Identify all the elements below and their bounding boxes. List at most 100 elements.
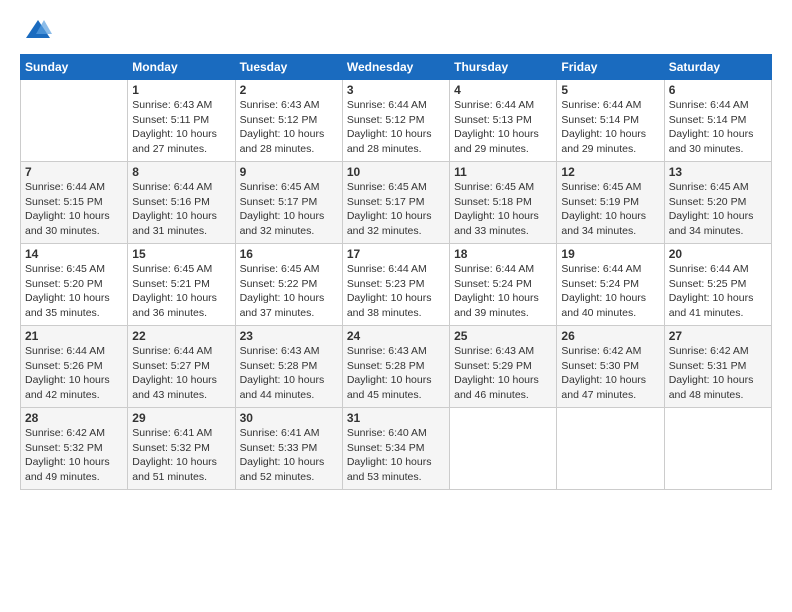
logo-icon (24, 16, 52, 44)
calendar-cell: 15Sunrise: 6:45 AM Sunset: 5:21 PM Dayli… (128, 244, 235, 326)
day-info: Sunrise: 6:45 AM Sunset: 5:18 PM Dayligh… (454, 180, 552, 239)
day-info: Sunrise: 6:43 AM Sunset: 5:12 PM Dayligh… (240, 98, 338, 157)
day-info: Sunrise: 6:44 AM Sunset: 5:24 PM Dayligh… (561, 262, 659, 321)
day-number: 12 (561, 165, 659, 179)
calendar-week-row: 7Sunrise: 6:44 AM Sunset: 5:15 PM Daylig… (21, 162, 772, 244)
calendar-header-saturday: Saturday (664, 55, 771, 80)
day-info: Sunrise: 6:45 AM Sunset: 5:17 PM Dayligh… (347, 180, 445, 239)
calendar-header-wednesday: Wednesday (342, 55, 449, 80)
day-number: 18 (454, 247, 552, 261)
calendar-cell (450, 408, 557, 490)
day-number: 9 (240, 165, 338, 179)
day-number: 24 (347, 329, 445, 343)
calendar-header-sunday: Sunday (21, 55, 128, 80)
day-number: 3 (347, 83, 445, 97)
calendar-cell: 23Sunrise: 6:43 AM Sunset: 5:28 PM Dayli… (235, 326, 342, 408)
day-info: Sunrise: 6:43 AM Sunset: 5:28 PM Dayligh… (347, 344, 445, 403)
calendar-cell: 14Sunrise: 6:45 AM Sunset: 5:20 PM Dayli… (21, 244, 128, 326)
day-number: 25 (454, 329, 552, 343)
day-info: Sunrise: 6:44 AM Sunset: 5:27 PM Dayligh… (132, 344, 230, 403)
day-info: Sunrise: 6:44 AM Sunset: 5:12 PM Dayligh… (347, 98, 445, 157)
day-info: Sunrise: 6:44 AM Sunset: 5:26 PM Dayligh… (25, 344, 123, 403)
day-number: 10 (347, 165, 445, 179)
page: SundayMondayTuesdayWednesdayThursdayFrid… (0, 0, 792, 612)
day-number: 1 (132, 83, 230, 97)
calendar-week-row: 28Sunrise: 6:42 AM Sunset: 5:32 PM Dayli… (21, 408, 772, 490)
day-number: 19 (561, 247, 659, 261)
day-info: Sunrise: 6:45 AM Sunset: 5:22 PM Dayligh… (240, 262, 338, 321)
calendar-cell: 12Sunrise: 6:45 AM Sunset: 5:19 PM Dayli… (557, 162, 664, 244)
day-number: 2 (240, 83, 338, 97)
calendar-cell: 16Sunrise: 6:45 AM Sunset: 5:22 PM Dayli… (235, 244, 342, 326)
calendar-cell: 21Sunrise: 6:44 AM Sunset: 5:26 PM Dayli… (21, 326, 128, 408)
calendar-header-tuesday: Tuesday (235, 55, 342, 80)
calendar-cell: 31Sunrise: 6:40 AM Sunset: 5:34 PM Dayli… (342, 408, 449, 490)
calendar-cell: 10Sunrise: 6:45 AM Sunset: 5:17 PM Dayli… (342, 162, 449, 244)
calendar-week-row: 21Sunrise: 6:44 AM Sunset: 5:26 PM Dayli… (21, 326, 772, 408)
calendar-cell: 2Sunrise: 6:43 AM Sunset: 5:12 PM Daylig… (235, 80, 342, 162)
day-number: 23 (240, 329, 338, 343)
calendar-cell: 28Sunrise: 6:42 AM Sunset: 5:32 PM Dayli… (21, 408, 128, 490)
day-number: 20 (669, 247, 767, 261)
calendar-cell: 3Sunrise: 6:44 AM Sunset: 5:12 PM Daylig… (342, 80, 449, 162)
day-number: 15 (132, 247, 230, 261)
day-info: Sunrise: 6:45 AM Sunset: 5:20 PM Dayligh… (669, 180, 767, 239)
day-info: Sunrise: 6:44 AM Sunset: 5:13 PM Dayligh… (454, 98, 552, 157)
day-number: 22 (132, 329, 230, 343)
day-number: 29 (132, 411, 230, 425)
calendar-cell (664, 408, 771, 490)
calendar-cell: 17Sunrise: 6:44 AM Sunset: 5:23 PM Dayli… (342, 244, 449, 326)
calendar-cell: 18Sunrise: 6:44 AM Sunset: 5:24 PM Dayli… (450, 244, 557, 326)
day-number: 21 (25, 329, 123, 343)
day-number: 26 (561, 329, 659, 343)
day-number: 17 (347, 247, 445, 261)
day-info: Sunrise: 6:44 AM Sunset: 5:14 PM Dayligh… (561, 98, 659, 157)
calendar-cell: 19Sunrise: 6:44 AM Sunset: 5:24 PM Dayli… (557, 244, 664, 326)
day-number: 11 (454, 165, 552, 179)
day-info: Sunrise: 6:42 AM Sunset: 5:32 PM Dayligh… (25, 426, 123, 485)
day-number: 4 (454, 83, 552, 97)
calendar-cell: 4Sunrise: 6:44 AM Sunset: 5:13 PM Daylig… (450, 80, 557, 162)
calendar-cell: 6Sunrise: 6:44 AM Sunset: 5:14 PM Daylig… (664, 80, 771, 162)
logo (20, 16, 52, 44)
calendar-cell (21, 80, 128, 162)
day-number: 31 (347, 411, 445, 425)
calendar-cell: 22Sunrise: 6:44 AM Sunset: 5:27 PM Dayli… (128, 326, 235, 408)
calendar-week-row: 14Sunrise: 6:45 AM Sunset: 5:20 PM Dayli… (21, 244, 772, 326)
day-number: 27 (669, 329, 767, 343)
day-number: 7 (25, 165, 123, 179)
day-number: 16 (240, 247, 338, 261)
calendar-cell: 1Sunrise: 6:43 AM Sunset: 5:11 PM Daylig… (128, 80, 235, 162)
calendar-cell (557, 408, 664, 490)
day-info: Sunrise: 6:45 AM Sunset: 5:17 PM Dayligh… (240, 180, 338, 239)
calendar-cell: 7Sunrise: 6:44 AM Sunset: 5:15 PM Daylig… (21, 162, 128, 244)
day-number: 6 (669, 83, 767, 97)
day-info: Sunrise: 6:42 AM Sunset: 5:31 PM Dayligh… (669, 344, 767, 403)
calendar-table: SundayMondayTuesdayWednesdayThursdayFrid… (20, 54, 772, 490)
day-number: 5 (561, 83, 659, 97)
calendar-header-row: SundayMondayTuesdayWednesdayThursdayFrid… (21, 55, 772, 80)
day-info: Sunrise: 6:41 AM Sunset: 5:32 PM Dayligh… (132, 426, 230, 485)
day-info: Sunrise: 6:44 AM Sunset: 5:14 PM Dayligh… (669, 98, 767, 157)
day-info: Sunrise: 6:45 AM Sunset: 5:19 PM Dayligh… (561, 180, 659, 239)
day-info: Sunrise: 6:44 AM Sunset: 5:16 PM Dayligh… (132, 180, 230, 239)
calendar-header-friday: Friday (557, 55, 664, 80)
day-number: 8 (132, 165, 230, 179)
day-info: Sunrise: 6:42 AM Sunset: 5:30 PM Dayligh… (561, 344, 659, 403)
calendar-cell: 30Sunrise: 6:41 AM Sunset: 5:33 PM Dayli… (235, 408, 342, 490)
day-info: Sunrise: 6:44 AM Sunset: 5:24 PM Dayligh… (454, 262, 552, 321)
calendar-cell: 25Sunrise: 6:43 AM Sunset: 5:29 PM Dayli… (450, 326, 557, 408)
day-info: Sunrise: 6:40 AM Sunset: 5:34 PM Dayligh… (347, 426, 445, 485)
header (20, 16, 772, 44)
day-info: Sunrise: 6:43 AM Sunset: 5:29 PM Dayligh… (454, 344, 552, 403)
calendar-week-row: 1Sunrise: 6:43 AM Sunset: 5:11 PM Daylig… (21, 80, 772, 162)
calendar-cell: 11Sunrise: 6:45 AM Sunset: 5:18 PM Dayli… (450, 162, 557, 244)
calendar-header-monday: Monday (128, 55, 235, 80)
calendar-header-thursday: Thursday (450, 55, 557, 80)
calendar-cell: 9Sunrise: 6:45 AM Sunset: 5:17 PM Daylig… (235, 162, 342, 244)
day-number: 13 (669, 165, 767, 179)
calendar-cell: 8Sunrise: 6:44 AM Sunset: 5:16 PM Daylig… (128, 162, 235, 244)
day-info: Sunrise: 6:43 AM Sunset: 5:28 PM Dayligh… (240, 344, 338, 403)
day-info: Sunrise: 6:44 AM Sunset: 5:25 PM Dayligh… (669, 262, 767, 321)
day-info: Sunrise: 6:44 AM Sunset: 5:15 PM Dayligh… (25, 180, 123, 239)
